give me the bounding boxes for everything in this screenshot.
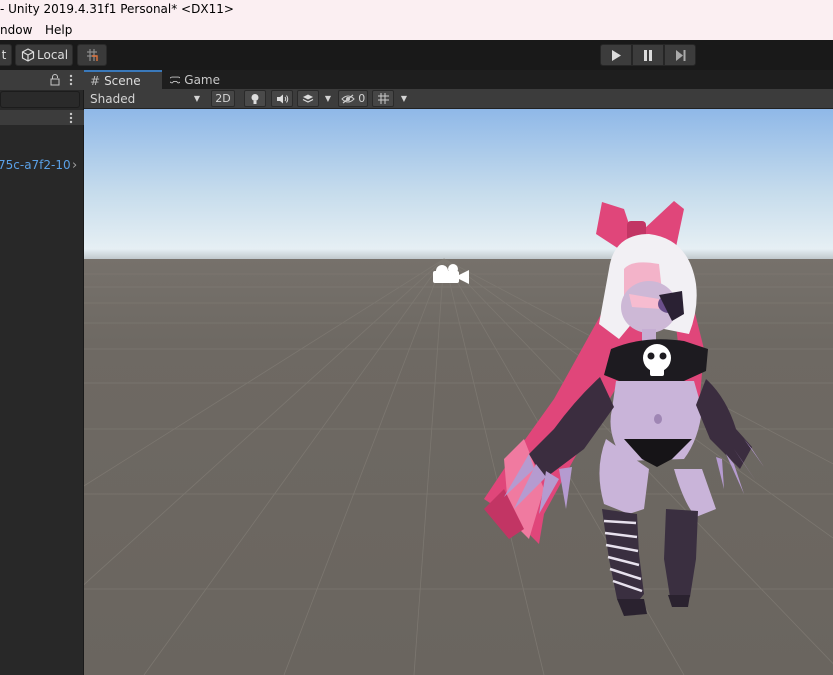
audio-toggle-button[interactable] [271, 90, 293, 107]
tab-game-label: Game [184, 72, 220, 87]
main-toolbar: t Local [0, 40, 833, 70]
tab-scene[interactable]: # Scene [84, 70, 162, 89]
skybox [84, 109, 833, 261]
scene-render [84, 109, 833, 675]
scene-toolbar: Shaded ▼ 2D ▼ 0 ▼ [84, 89, 833, 109]
tab-game[interactable]: Game [164, 70, 226, 89]
pivot-toggle-button[interactable]: t [0, 44, 12, 66]
pause-button[interactable] [632, 44, 664, 66]
effects-dropdown[interactable]: ▼ [321, 90, 335, 107]
grid-icon [377, 93, 389, 104]
grid-snap-icon [87, 49, 98, 61]
speaker-icon [276, 94, 288, 103]
menu-bar: ndow Help [0, 20, 833, 40]
lightbulb-icon [251, 93, 259, 104]
effects-toggle-button[interactable] [297, 90, 319, 107]
grid-icon: # [90, 73, 101, 88]
local-label: Local [37, 48, 69, 62]
2d-label: 2D [215, 92, 231, 105]
lighting-toggle-button[interactable] [244, 90, 266, 107]
title-bar: - Unity 2019.4.31f1 Personal* <DX11> [0, 0, 833, 20]
hierarchy-header [0, 70, 84, 90]
grid-toggle-button[interactable] [372, 90, 394, 107]
grid-dropdown[interactable]: ▼ [396, 90, 412, 107]
more-options-icon[interactable] [69, 74, 73, 86]
window-title: - Unity 2019.4.31f1 Personal* <DX11> [0, 2, 234, 16]
cube-icon [21, 48, 35, 62]
grid-snap-button[interactable] [77, 44, 107, 66]
chevron-down-icon: ▼ [400, 94, 408, 103]
lock-icon[interactable] [50, 74, 60, 86]
hidden-objects-toggle[interactable]: 0 [338, 90, 368, 107]
step-button[interactable] [664, 44, 696, 66]
shading-mode-dropdown[interactable]: Shaded ▼ [84, 90, 206, 107]
play-button[interactable] [600, 44, 632, 66]
view-tab-bar: # Scene Game [84, 70, 833, 89]
hierarchy-search-input[interactable] [0, 91, 80, 108]
chevron-right-icon[interactable]: › [72, 158, 77, 173]
gamepad-icon [170, 76, 181, 83]
step-icon [675, 49, 685, 61]
more-options-icon[interactable] [69, 112, 73, 124]
eye-slash-icon [341, 94, 355, 103]
pivot-label: t [1, 48, 7, 62]
local-global-toggle-button[interactable]: Local [15, 44, 73, 66]
menu-item-window[interactable]: ndow [0, 23, 32, 37]
play-icon [612, 49, 621, 61]
chevron-down-icon: ▼ [324, 94, 332, 103]
hierarchy-item[interactable]: 75c-a7f2-10 [0, 158, 71, 172]
pause-icon [644, 49, 652, 61]
effects-icon [302, 94, 314, 103]
chevron-down-icon: ▼ [193, 94, 200, 103]
menu-item-help[interactable]: Help [45, 23, 72, 37]
2d-mode-button[interactable]: 2D [211, 90, 235, 107]
hierarchy-panel: 75c-a7f2-10 › [0, 70, 84, 675]
tab-scene-label: Scene [104, 73, 141, 88]
scene-viewport[interactable] [84, 109, 833, 675]
play-controls [600, 44, 696, 66]
hidden-count: 0 [358, 92, 366, 105]
hierarchy-subheader [0, 110, 84, 125]
shading-mode-value: Shaded [90, 91, 136, 106]
